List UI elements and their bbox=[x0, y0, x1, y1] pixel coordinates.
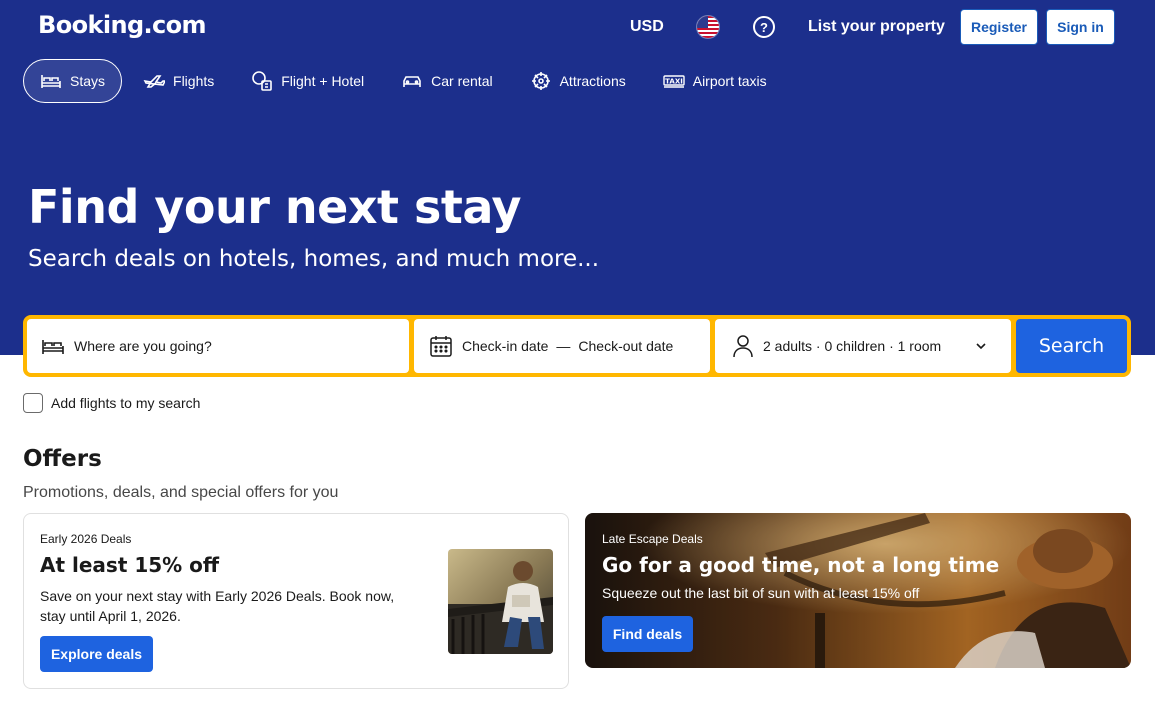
add-flights-option[interactable]: Add flights to my search bbox=[23, 393, 200, 413]
tab-attractions[interactable]: Attractions bbox=[514, 59, 642, 103]
checkin-label: Check-in date bbox=[462, 338, 549, 354]
register-button[interactable]: Register bbox=[960, 9, 1038, 45]
currency-selector[interactable]: USD bbox=[630, 18, 664, 36]
attractions-icon bbox=[531, 72, 550, 90]
add-flights-checkbox[interactable] bbox=[23, 393, 43, 413]
date-separator: — bbox=[556, 338, 571, 354]
tab-label: Airport taxis bbox=[692, 73, 767, 89]
booking-logo[interactable]: Booking.com bbox=[38, 11, 207, 39]
offers-subheading: Promotions, deals, and special offers fo… bbox=[23, 484, 339, 501]
plane-icon bbox=[143, 75, 166, 88]
search-button[interactable]: Search bbox=[1016, 319, 1127, 373]
tab-flight-hotel[interactable]: Flight + Hotel bbox=[235, 59, 380, 103]
tab-label: Attractions bbox=[559, 73, 626, 89]
tab-car-rental[interactable]: Car rental bbox=[385, 59, 508, 103]
bed-icon bbox=[41, 75, 61, 88]
guests-value: 2 adults · 0 children · 1 room bbox=[763, 338, 942, 354]
offer-title: Go for a good time, not a long time bbox=[602, 553, 1000, 577]
offer-card-early-deals: Early 2026 Deals At least 15% off Save o… bbox=[23, 513, 569, 689]
bed-icon bbox=[42, 340, 64, 354]
offer-image bbox=[448, 549, 553, 654]
offer-title: At least 15% off bbox=[40, 553, 220, 577]
tab-stays[interactable]: Stays bbox=[23, 59, 123, 103]
offer-kicker: Early 2026 Deals bbox=[40, 532, 132, 546]
find-deals-button[interactable]: Find deals bbox=[602, 616, 693, 652]
us-flag-icon[interactable] bbox=[696, 15, 720, 39]
checkout-label: Check-out date bbox=[578, 338, 674, 354]
offer-card-late-escape: Late Escape Deals Go for a good time, no… bbox=[585, 513, 1131, 668]
offers-heading: Offers bbox=[23, 446, 102, 472]
hero-subtitle: Search deals on hotels, homes, and much … bbox=[28, 246, 600, 272]
help-circle-icon[interactable]: ? bbox=[753, 16, 775, 38]
tab-label: Flight + Hotel bbox=[281, 73, 365, 89]
chevron-down-icon bbox=[976, 343, 986, 350]
product-nav: Stays Flights Flight + Hotel Car rental … bbox=[23, 59, 788, 103]
search-bar: Where are you going? Check-in date — Che… bbox=[23, 315, 1131, 377]
list-property-link[interactable]: List your property bbox=[808, 18, 945, 36]
offer-description: Squeeze out the last bit of sun with at … bbox=[602, 585, 920, 601]
guests-selector[interactable]: 2 adults · 0 children · 1 room bbox=[715, 319, 1011, 373]
tab-airport-taxis[interactable]: TAXI Airport taxis bbox=[647, 59, 783, 103]
add-flights-label: Add flights to my search bbox=[51, 395, 201, 411]
car-icon bbox=[403, 76, 421, 87]
offer-description: Save on your next stay with Early 2026 D… bbox=[40, 588, 395, 624]
date-picker[interactable]: Check-in date — Check-out date bbox=[414, 319, 710, 373]
hero-banner bbox=[0, 0, 1155, 355]
taxi-icon: TAXI bbox=[663, 75, 685, 88]
tab-label: Flights bbox=[173, 73, 215, 89]
explore-deals-button[interactable]: Explore deals bbox=[40, 636, 153, 672]
offer-kicker: Late Escape Deals bbox=[602, 532, 703, 546]
destination-input[interactable]: Where are you going? bbox=[27, 319, 409, 373]
flight-hotel-icon bbox=[252, 71, 273, 91]
calendar-icon bbox=[430, 336, 452, 357]
svg-text:TAXI: TAXI bbox=[665, 78, 683, 86]
destination-placeholder: Where are you going? bbox=[74, 338, 212, 354]
hero-title: Find your next stay bbox=[28, 180, 522, 234]
tab-label: Stays bbox=[70, 73, 106, 89]
tab-label: Car rental bbox=[431, 73, 493, 89]
tab-flights[interactable]: Flights bbox=[127, 59, 230, 103]
sign-in-button[interactable]: Sign in bbox=[1046, 9, 1115, 45]
person-icon bbox=[733, 335, 753, 358]
help-glyph: ? bbox=[760, 19, 768, 35]
